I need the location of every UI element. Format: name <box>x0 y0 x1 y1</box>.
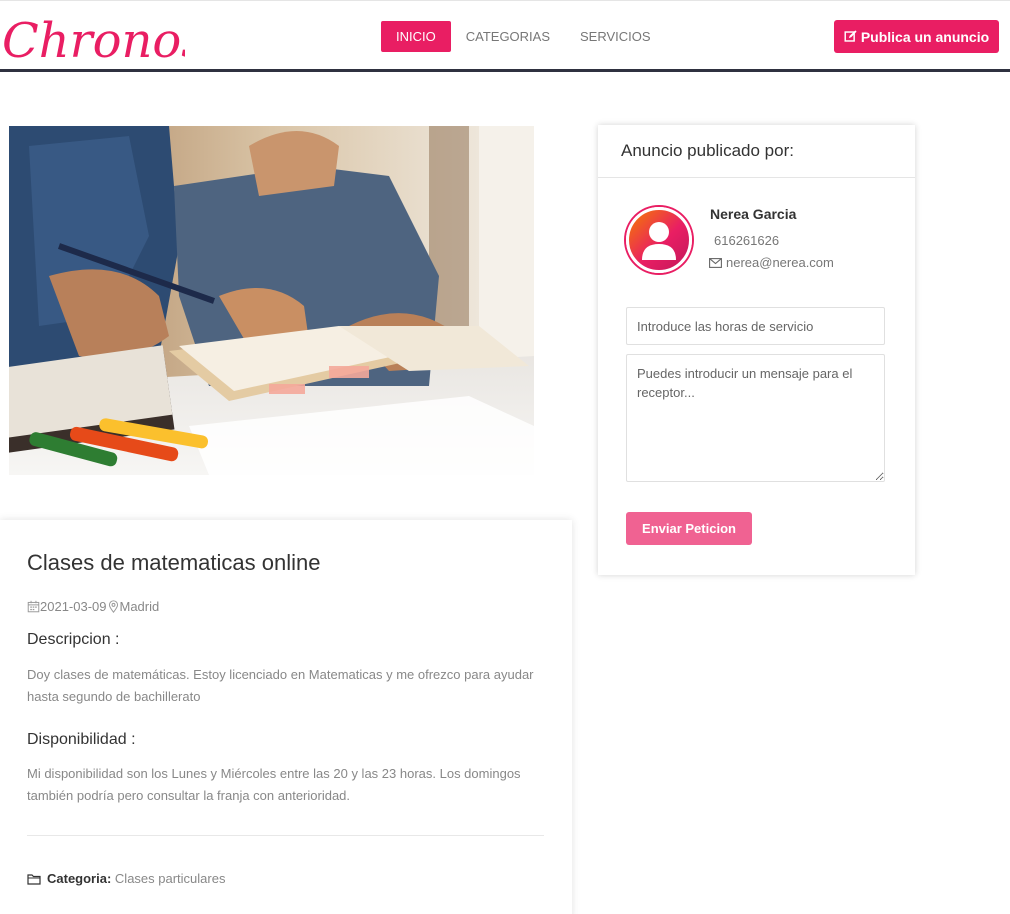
logo-text: Chronos <box>2 13 185 69</box>
publisher-heading: Anuncio publicado por: <box>598 125 915 178</box>
mail-icon <box>709 257 722 268</box>
publish-ad-label: Publica un anuncio <box>860 28 990 45</box>
category-value[interactable]: Clases particulares <box>115 871 226 886</box>
service-hours-input[interactable] <box>626 307 885 345</box>
nav-item-inicio[interactable]: INICIO <box>381 21 451 52</box>
nav-item-categorias[interactable]: CATEGORIAS <box>451 21 565 52</box>
description-heading: Descripcion : <box>27 631 120 648</box>
listing-detail-card: Clases de matematicas online 2021-03-09 … <box>0 520 572 914</box>
main-nav: INICIO CATEGORIAS SERVICIOS <box>381 21 666 52</box>
availability-text: Mi disponibilidad son los Lunes y Miérco… <box>27 766 521 803</box>
user-icon <box>642 222 676 260</box>
folder-icon <box>27 873 41 885</box>
publish-ad-button[interactable]: Publica un anuncio <box>834 20 999 53</box>
publisher-name: Nerea Garcia <box>710 206 797 222</box>
top-navbar: Chronos INICIO CATEGORIAS SERVICIOS Publ… <box>0 0 1010 72</box>
calendar-icon <box>27 600 40 613</box>
nav-item-servicios[interactable]: SERVICIOS <box>565 21 666 52</box>
publisher-email: nerea@nerea.com <box>709 255 834 270</box>
avatar <box>626 207 692 273</box>
category-label: Categoria: <box>47 871 112 886</box>
publisher-email-text[interactable]: nerea@nerea.com <box>726 255 834 270</box>
divider <box>27 835 544 836</box>
publisher-phone: 616261626 <box>714 233 780 248</box>
listing-category: Categoria: Clases particulares <box>27 871 225 886</box>
message-textarea[interactable] <box>626 354 885 482</box>
listing-photo <box>9 126 534 475</box>
chronos-logo[interactable]: Chronos <box>0 7 206 69</box>
location-pin-icon <box>108 600 118 613</box>
publisher-card: Anuncio publicado por: Nerea Garcia 6162… <box>598 125 915 575</box>
send-request-button[interactable]: Enviar Peticion <box>626 512 752 545</box>
description-text: Doy clases de matemáticas. Estoy licenci… <box>27 667 534 704</box>
edit-icon <box>844 30 857 42</box>
listing-location: Madrid <box>119 599 160 614</box>
listing-title: Clases de matematicas online <box>27 550 321 575</box>
listing-meta: 2021-03-09 Madrid <box>27 599 159 614</box>
listing-date: 2021-03-09 <box>40 599 107 614</box>
availability-heading: Disponibilidad : <box>27 731 136 748</box>
